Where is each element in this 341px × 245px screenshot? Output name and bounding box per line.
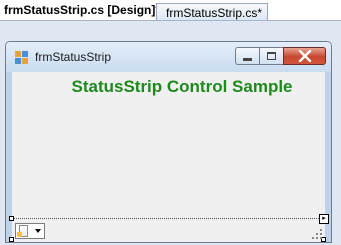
chevron-down-icon: [35, 229, 41, 233]
close-button[interactable]: [283, 47, 326, 65]
minimize-icon: [243, 58, 252, 61]
maximize-button[interactable]: [259, 47, 284, 65]
smart-tag-arrow-icon[interactable]: ▸: [319, 214, 329, 224]
form-window[interactable]: frmStatusStrip StatusStrip Control Sampl…: [5, 41, 332, 243]
tab-design[interactable]: frmStatusStrip.cs [Design]*: [0, 0, 161, 21]
editor-tab-strip: frmStatusStrip.cs [Design]* frmStatusStr…: [0, 0, 341, 21]
form-icon: [15, 51, 28, 64]
title-bar[interactable]: frmStatusStrip: [6, 42, 331, 72]
size-grip-icon[interactable]: [312, 229, 322, 239]
window-title: frmStatusStrip: [35, 50, 112, 64]
document-icon: [17, 225, 28, 237]
close-icon: [298, 50, 312, 62]
selection-handle[interactable]: [9, 216, 14, 221]
minimize-button[interactable]: [235, 47, 260, 65]
maximize-icon: [267, 52, 276, 60]
selection-handle[interactable]: [9, 237, 14, 242]
form-client-area: StatusStrip Control Sample ▸: [9, 72, 329, 242]
tab-code[interactable]: frmStatusStrip.cs*: [156, 3, 268, 21]
add-item-dropdown[interactable]: [15, 223, 45, 239]
status-strip[interactable]: ▸: [9, 214, 329, 242]
heading-label: StatusStrip Control Sample: [71, 77, 293, 96]
